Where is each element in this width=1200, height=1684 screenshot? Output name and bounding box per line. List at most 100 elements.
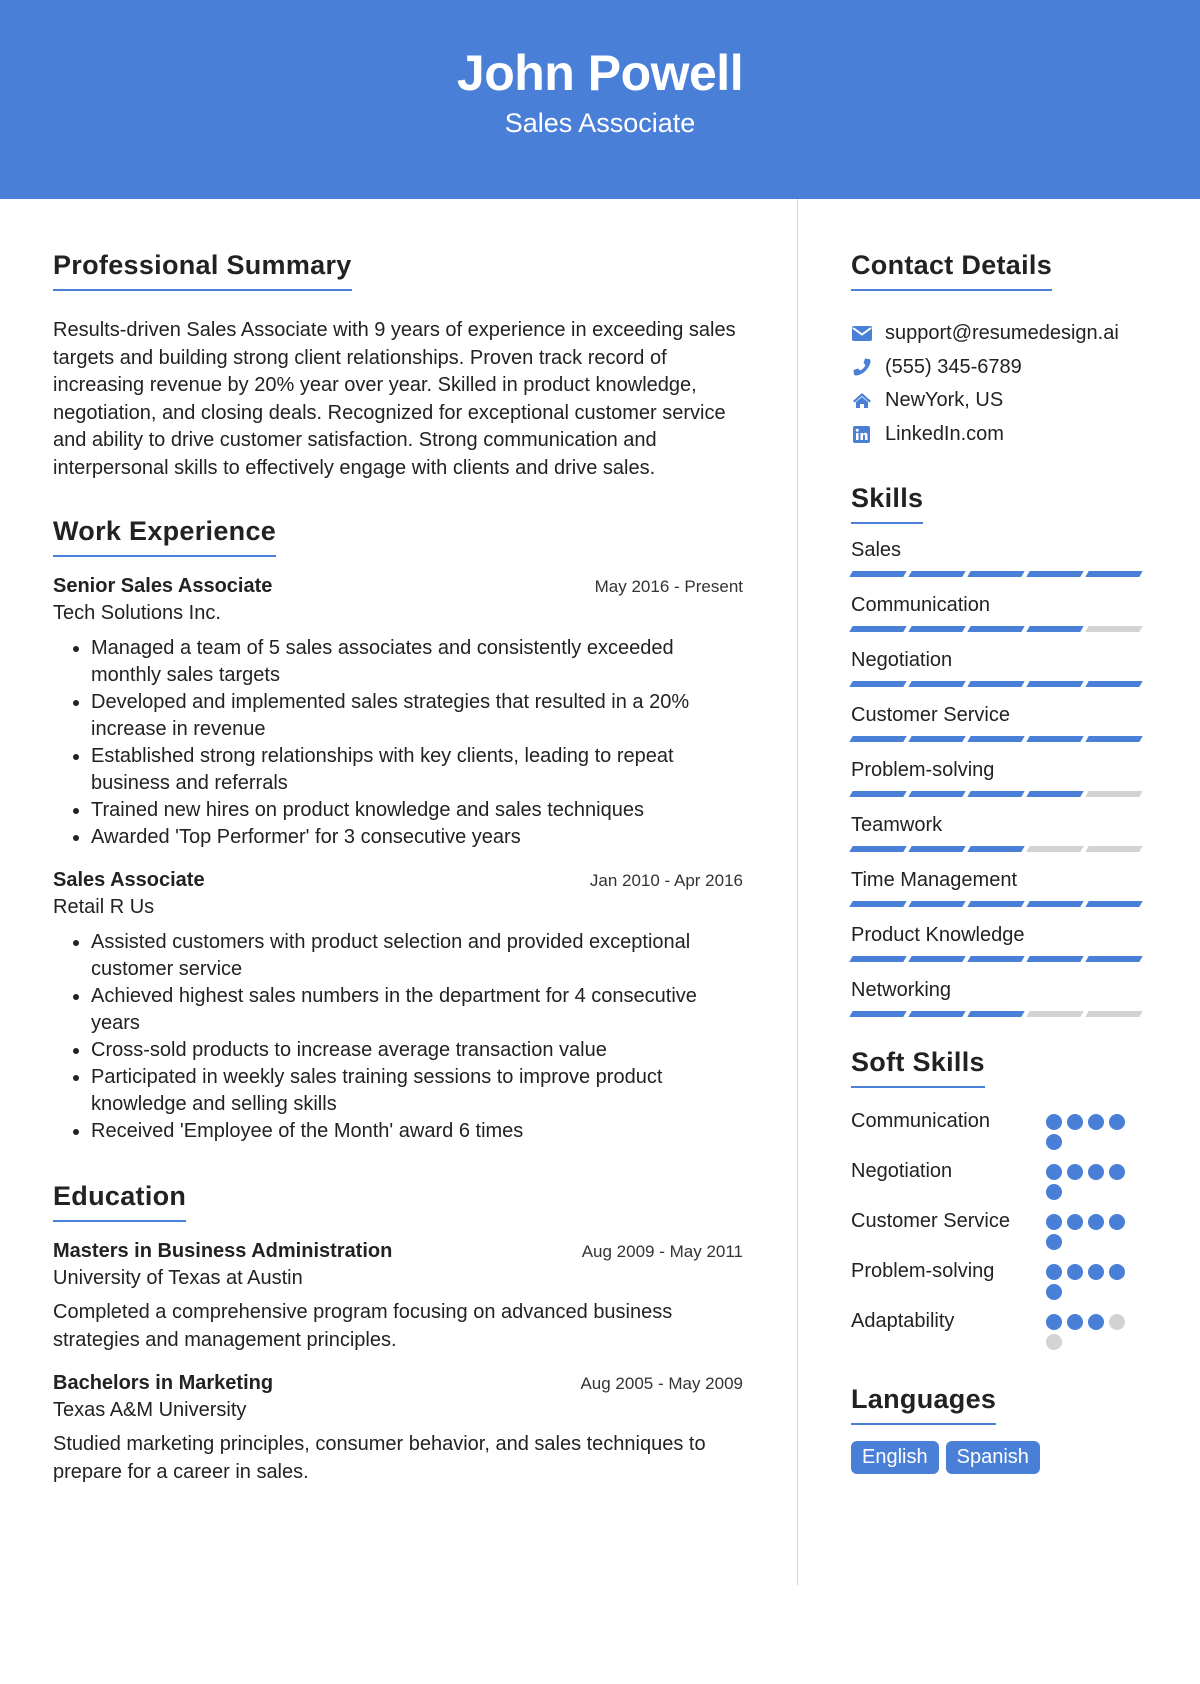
skill-segment-empty: [1085, 626, 1143, 632]
contact-text[interactable]: NewYork, US: [885, 389, 1003, 412]
skill-segment-filled: [908, 736, 966, 742]
skill-segment-filled: [967, 846, 1025, 852]
section-title: Professional Summary: [53, 250, 352, 291]
section-title: Work Experience: [53, 516, 277, 557]
section-title: Education: [53, 1181, 187, 1222]
rating-dot-filled: [1046, 1234, 1062, 1250]
bullet-item: Cross-sold products to increase average …: [91, 1037, 743, 1064]
contact-item[interactable]: LinkedIn.com: [851, 418, 1151, 452]
skill-level-bar: [849, 791, 1151, 797]
skill-segment-filled: [908, 901, 966, 907]
rating-dot-filled: [1067, 1264, 1083, 1280]
skill-segment-filled: [967, 736, 1025, 742]
skill-segment-filled: [908, 791, 966, 797]
job-title: Sales Associate: [53, 869, 205, 891]
section-title: Languages: [851, 1384, 997, 1425]
section-title: Soft Skills: [851, 1047, 985, 1088]
soft-skill-rating: [1046, 1158, 1132, 1200]
skill-name: Teamwork: [851, 814, 943, 836]
job-header: Senior Sales Associate May 2016 - Present: [53, 575, 743, 598]
skill-level-bar: [849, 571, 1151, 577]
rating-dot-filled: [1046, 1134, 1062, 1150]
company-name: Retail R Us: [53, 896, 155, 918]
soft-skill-item: Adaptability: [851, 1308, 1151, 1350]
skill-segment-filled: [1026, 626, 1084, 632]
soft-skill-name: Problem-solving: [851, 1260, 995, 1282]
rating-dot-filled: [1046, 1314, 1062, 1330]
candidate-title: Sales Associate: [504, 108, 696, 138]
contact-text[interactable]: support@resumedesign.ai: [885, 322, 1119, 345]
contact-item[interactable]: (555) 345-6789: [851, 351, 1151, 385]
contact-item[interactable]: NewYork, US: [851, 384, 1151, 418]
skill-segment-filled: [1026, 681, 1084, 687]
rating-dot-filled: [1067, 1114, 1083, 1130]
skill-segment-filled: [849, 956, 907, 962]
skill-segment-filled: [967, 626, 1025, 632]
rating-dot-filled: [1046, 1264, 1062, 1280]
skill-name: Sales: [851, 539, 902, 561]
skill-item: Networking: [849, 976, 1151, 1017]
rating-dot-filled: [1109, 1264, 1125, 1280]
skill-segment-filled: [849, 846, 907, 852]
skill-item: Product Knowledge: [849, 921, 1151, 962]
contact-text[interactable]: LinkedIn.com: [885, 423, 1004, 446]
job-date: Jan 2010 - Apr 2016: [589, 871, 743, 890]
skill-segment-filled: [1085, 681, 1143, 687]
bullet-item: Established strong relationships with ke…: [91, 743, 743, 797]
rating-dot-filled: [1046, 1214, 1062, 1230]
bullet-item: Assisted customers with product selectio…: [91, 929, 743, 983]
skill-segment-filled: [967, 791, 1025, 797]
skill-segment-filled: [1026, 736, 1084, 742]
skill-level-bar: [849, 736, 1151, 742]
skill-segment-filled: [1085, 571, 1143, 577]
rating-dot-filled: [1109, 1214, 1125, 1230]
skill-name: Communication: [851, 594, 990, 616]
rating-dot-filled: [1046, 1114, 1062, 1130]
degree-title: Masters in Business Administration: [53, 1240, 393, 1262]
soft-skill-item: Negotiation: [851, 1158, 1151, 1200]
soft-skills-section: Soft Skills Communication Negotiation Cust…: [851, 1047, 1151, 1350]
languages-section: Languages English Spanish: [851, 1384, 1151, 1474]
school-name: University of Texas at Austin: [53, 1267, 303, 1289]
rating-dot-filled: [1109, 1114, 1125, 1130]
rating-dot-empty: [1046, 1334, 1062, 1350]
education-entry: Masters in Business Administration Aug 20…: [53, 1240, 743, 1354]
rating-dot-filled: [1067, 1164, 1083, 1180]
bullet-item: Achieved highest sales numbers in the de…: [91, 983, 743, 1037]
job-title: Senior Sales Associate: [53, 575, 273, 597]
education-header: Bachelors in Marketing Aug 2005 - May 200…: [53, 1372, 743, 1395]
skill-name: Customer Service: [851, 704, 1010, 726]
degree-title: Bachelors in Marketing: [53, 1372, 274, 1394]
rating-dot-filled: [1088, 1264, 1104, 1280]
skill-segment-empty: [1085, 1011, 1143, 1017]
skill-item: Customer Service: [849, 701, 1151, 742]
soft-skill-rating: [1046, 1208, 1132, 1250]
skill-item: Teamwork: [849, 811, 1151, 852]
education-header: Masters in Business Administration Aug 20…: [53, 1240, 743, 1263]
rating-dot-filled: [1067, 1314, 1083, 1330]
envelope-icon: [851, 324, 872, 344]
skill-name: Product Knowledge: [851, 924, 1025, 946]
soft-skill-rating: [1046, 1108, 1132, 1150]
contact-item[interactable]: support@resumedesign.ai: [851, 317, 1151, 351]
skill-segment-filled: [849, 901, 907, 907]
language-badge: Spanish: [945, 1441, 1040, 1474]
rating-dot-filled: [1046, 1164, 1062, 1180]
bullet-item: Trained new hires on product knowledge a…: [91, 797, 743, 824]
skill-segment-filled: [908, 1011, 966, 1017]
skill-level-bar: [849, 846, 1151, 852]
contact-text[interactable]: (555) 345-6789: [885, 356, 1022, 379]
rating-dot-filled: [1088, 1314, 1104, 1330]
skill-segment-filled: [1026, 571, 1084, 577]
candidate-name: John Powell: [456, 45, 744, 101]
skill-level-bar: [849, 1011, 1151, 1017]
rating-dot-filled: [1046, 1284, 1062, 1300]
skill-segment-filled: [849, 791, 907, 797]
bullet-item: Developed and implemented sales strategi…: [91, 689, 743, 743]
skill-segment-filled: [967, 571, 1025, 577]
skill-segment-filled: [1026, 791, 1084, 797]
main-column: Professional Summary Results-driven Sale…: [53, 250, 743, 1522]
soft-skill-name: Adaptability: [851, 1310, 955, 1332]
education-date: Aug 2005 - May 2009: [580, 1374, 743, 1393]
education-description: Completed a comprehensive program focusi…: [53, 1301, 673, 1351]
